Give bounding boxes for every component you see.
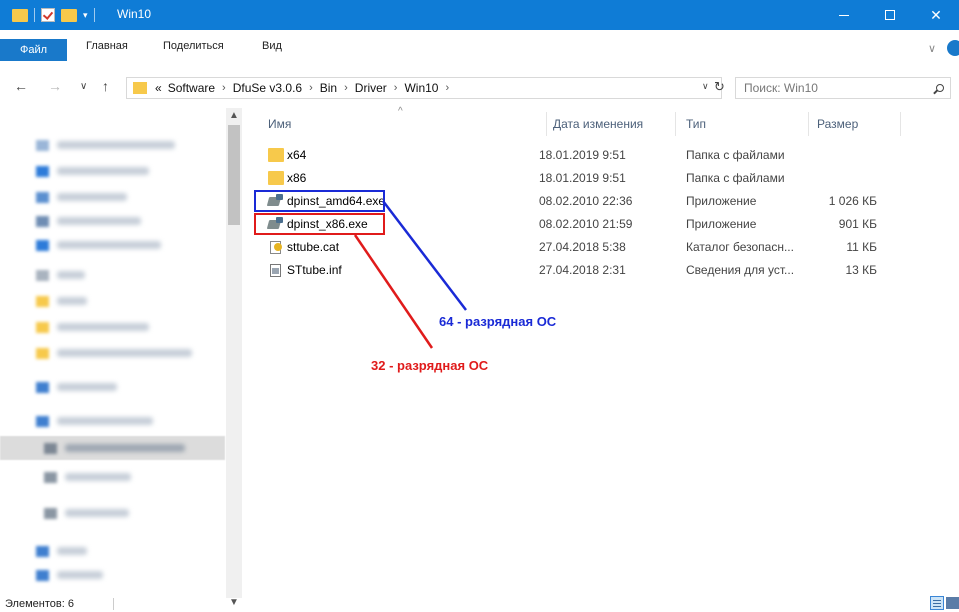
annotation-arrows — [353, 200, 467, 349]
status-separator — [113, 598, 114, 610]
details-view-icon[interactable] — [930, 596, 944, 610]
annotation-label-64: 64 - разрядная ОС — [439, 314, 557, 329]
large-icons-view-icon[interactable] — [946, 597, 959, 609]
status-bar: Элементов: 6 — [0, 596, 959, 612]
annotation-label-32: 32 - разрядная ОС — [371, 358, 489, 373]
item-count: Элементов: 6 — [5, 598, 74, 610]
